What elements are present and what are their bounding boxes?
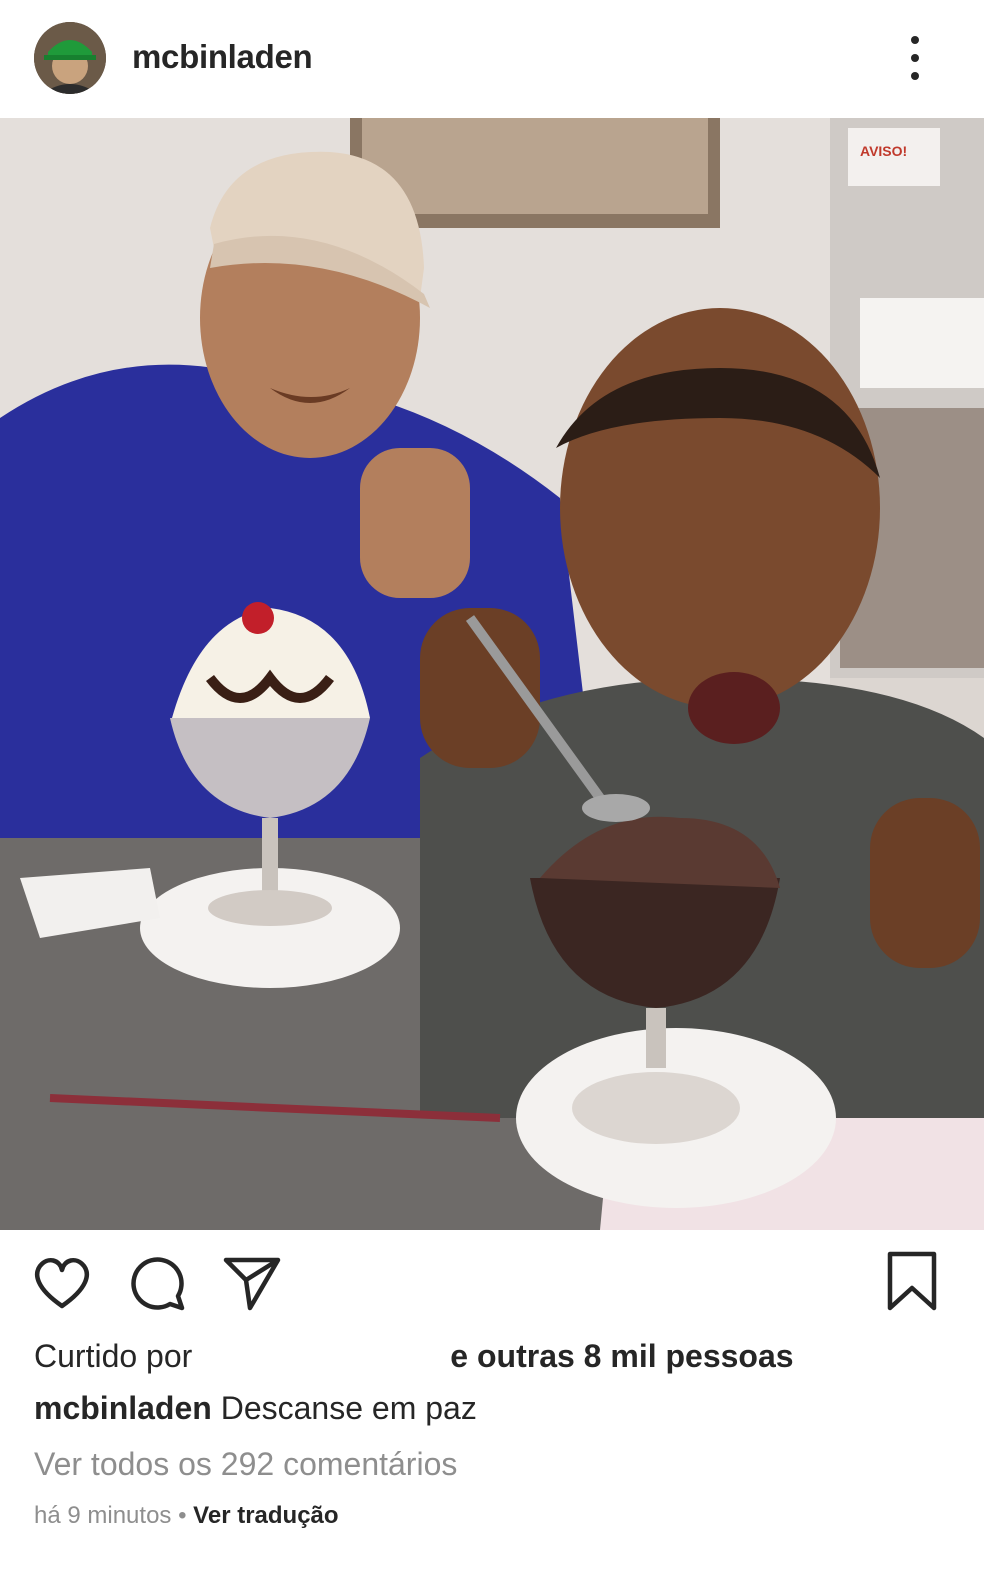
post-meta: há 9 minutos • Ver tradução <box>34 1502 339 1530</box>
likes-suffix[interactable]: e outras 8 mil pessoas <box>450 1338 793 1374</box>
likes-prefix: Curtido por <box>34 1338 193 1374</box>
translate-link[interactable]: Ver tradução <box>193 1502 338 1529</box>
likes-line[interactable]: Curtido por e outras 8 mil pessoas <box>34 1338 794 1375</box>
heart-icon[interactable] <box>30 1250 94 1314</box>
caption-text: Descanse em paz <box>220 1390 477 1426</box>
bookmark-icon[interactable] <box>880 1250 944 1314</box>
meta-separator: • <box>178 1502 187 1529</box>
more-options-icon[interactable] <box>900 36 930 80</box>
caption-username[interactable]: mcbinladen <box>34 1390 212 1426</box>
comment-icon[interactable] <box>126 1250 190 1314</box>
post-time: há 9 minutos <box>34 1502 172 1529</box>
send-icon[interactable] <box>220 1250 284 1314</box>
avatar[interactable] <box>34 22 106 94</box>
post-header: mcbinladen <box>0 0 984 118</box>
post-photo[interactable]: AVISO! <box>0 118 984 1230</box>
caption: mcbinladen Descanse em paz <box>34 1390 477 1427</box>
aviso-sign-text: AVISO! <box>860 143 907 159</box>
view-all-comments-link[interactable]: Ver todos os 292 comentários <box>34 1446 457 1483</box>
post-username[interactable]: mcbinladen <box>132 38 313 76</box>
action-bar <box>0 1250 984 1320</box>
